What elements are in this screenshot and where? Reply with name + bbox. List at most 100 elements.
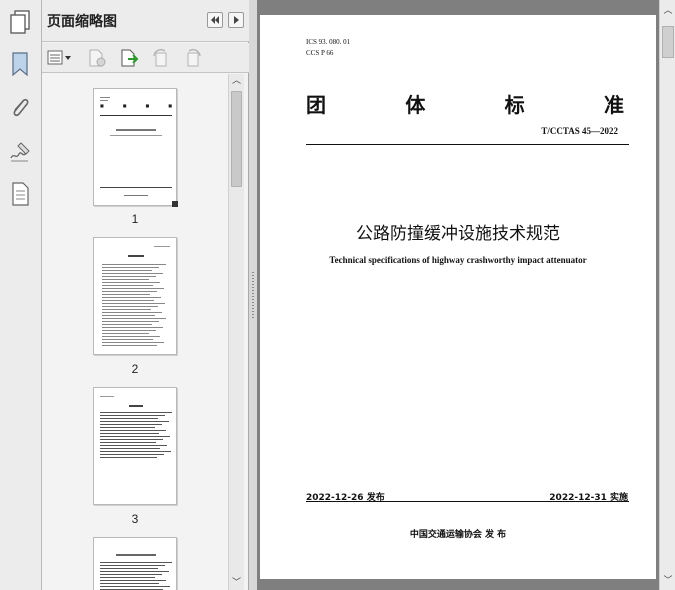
text-line	[102, 333, 149, 334]
text-line	[102, 276, 156, 277]
text-line	[100, 415, 165, 416]
thumbnail-panel: 页面缩略图 ■ ■ ■ ■ 1 2 3 ︿ ﹀	[42, 0, 249, 590]
panel-splitter[interactable]	[249, 0, 257, 590]
thumb-heading: ■ ■ ■ ■	[100, 103, 172, 108]
page-resize-handle[interactable]	[172, 201, 178, 207]
scroll-up-button[interactable]: ︿	[229, 74, 244, 88]
text-line	[100, 442, 156, 443]
text-line	[102, 306, 158, 307]
text-line	[102, 273, 163, 274]
scroll-down-button[interactable]: ﹀	[660, 574, 675, 588]
rotate-left-icon[interactable]	[150, 48, 172, 68]
attachment-icon[interactable]	[7, 94, 33, 122]
heading-char: 标	[504, 93, 525, 117]
ics-code: ICS 93. 080. 01	[306, 38, 351, 46]
thumbnail-page-2[interactable]	[93, 237, 177, 355]
text-line	[102, 315, 155, 316]
thumbnail-page-1[interactable]: ■ ■ ■ ■	[93, 88, 178, 207]
text-line	[100, 421, 169, 422]
text-line	[100, 451, 171, 452]
text-line	[102, 330, 156, 331]
scrollbar-thumb[interactable]	[662, 26, 674, 58]
text-line	[102, 282, 160, 283]
text-line	[102, 300, 154, 301]
text-line	[102, 312, 162, 313]
heading-char: 准	[603, 93, 624, 117]
text-line	[102, 327, 163, 328]
text-line	[102, 321, 159, 322]
title-chinese: 公路防撞缓冲设施技术规范	[356, 224, 560, 244]
text-line	[102, 267, 159, 268]
text-line	[102, 288, 164, 289]
thumbnail-page-4[interactable]	[93, 537, 177, 590]
rotate-right-icon[interactable]	[182, 48, 204, 68]
expand-panel-button[interactable]	[228, 12, 244, 28]
thumbnail-toolbar	[42, 43, 249, 73]
text-line	[100, 586, 170, 587]
scroll-down-button[interactable]: ﹀	[229, 576, 244, 590]
thumbnail-scrollbar[interactable]: ︿ ﹀	[228, 74, 244, 590]
text-line	[102, 297, 161, 298]
text-line	[100, 568, 158, 569]
text-line	[102, 303, 165, 304]
text-line	[102, 342, 164, 343]
right-arrow-icon	[234, 16, 239, 24]
ccs-code: CCS P 66	[306, 49, 334, 57]
text-line	[102, 324, 152, 325]
text-line	[100, 427, 155, 428]
text-line	[100, 445, 167, 446]
header-rule	[306, 144, 629, 145]
pdf-viewer: 页面缩略图 ■ ■ ■ ■ 1 2 3 ︿ ﹀ ICS 93. 080. 01 …	[0, 0, 675, 590]
heading-char: 团	[306, 93, 326, 117]
text-line	[100, 457, 157, 458]
text-line	[100, 448, 160, 449]
text-line	[100, 574, 162, 575]
text-line	[102, 294, 150, 295]
signature-icon[interactable]	[7, 138, 33, 166]
document-icon[interactable]	[7, 180, 33, 208]
thumbnail-page-number: 1	[131, 212, 139, 226]
text-line	[100, 436, 170, 437]
scroll-up-button[interactable]: ︿	[660, 4, 675, 18]
thumbnail-page-number: 2	[131, 362, 139, 376]
text-line	[100, 454, 164, 455]
splitter-grip[interactable]	[252, 272, 254, 318]
text-line	[102, 279, 149, 280]
collapse-panel-button[interactable]	[207, 12, 223, 28]
standard-type-heading: 团 体 标 准	[306, 89, 624, 118]
text-line	[100, 565, 165, 566]
pages-icon[interactable]	[6, 8, 34, 36]
text-line	[102, 336, 160, 337]
text-line	[100, 418, 158, 419]
document-view: ICS 93. 080. 01 CCS P 66 团 体 标 准 T/CCTAS…	[257, 0, 659, 590]
text-line	[100, 439, 163, 440]
text-line	[102, 291, 157, 292]
text-line	[102, 309, 151, 310]
standard-code: T/CCTAS 45—2022	[541, 126, 618, 136]
panel-title: 页面缩略图	[47, 14, 117, 30]
thumbnail-page-3[interactable]	[93, 387, 177, 505]
thumbnail-list: ■ ■ ■ ■ 1 2 3	[42, 74, 228, 590]
text-line	[102, 339, 153, 340]
insert-page-icon[interactable]	[118, 48, 140, 68]
text-line	[102, 264, 166, 265]
text-line	[100, 412, 172, 413]
text-line	[100, 577, 155, 578]
delete-page-icon[interactable]	[86, 48, 108, 68]
document-scrollbar[interactable]: ︿ ﹀	[659, 0, 675, 590]
text-line	[100, 433, 159, 434]
text-line	[100, 580, 166, 581]
scrollbar-thumb[interactable]	[231, 91, 242, 187]
text-line	[100, 424, 162, 425]
document-page: ICS 93. 080. 01 CCS P 66 团 体 标 准 T/CCTAS…	[260, 15, 656, 579]
thumbnail-page-number: 3	[131, 512, 139, 526]
text-line	[100, 430, 166, 431]
text-line	[100, 583, 159, 584]
navigation-rail	[0, 0, 42, 590]
text-line	[100, 562, 172, 563]
thumbnail-options-icon[interactable]	[47, 48, 73, 68]
footer-rule	[306, 501, 629, 502]
bookmark-icon[interactable]	[7, 50, 33, 78]
double-left-icon	[211, 16, 219, 24]
panel-header: 页面缩略图	[42, 0, 249, 42]
